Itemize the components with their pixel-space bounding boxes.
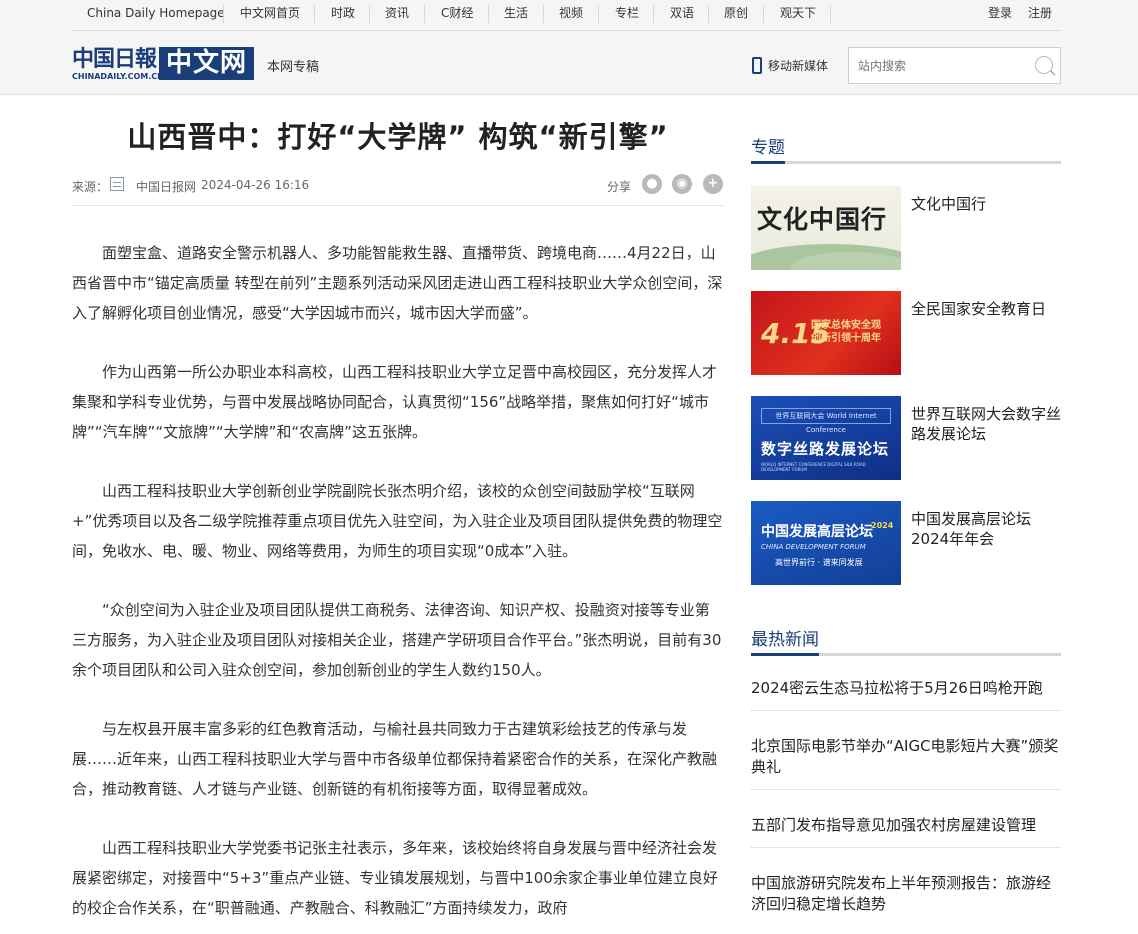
topic-item[interactable]: 4.15 国家总体安全观 创新引领十周年 全民国家安全教育日 [751,291,1061,375]
nav-divider [424,5,425,23]
thumb-calligraphy-text: 文化中国行 [757,205,888,234]
nav-politics[interactable]: 时政 [331,0,355,26]
nav-divider [763,5,764,23]
login-link[interactable]: 登录 [988,0,1012,26]
nav-divider [830,5,831,23]
hot-news-item[interactable]: 五部门发布指导意见加强农村房屋建设管理 [751,815,1061,848]
source-logo-icon [110,177,124,191]
nav-divider [543,5,544,23]
nav-original[interactable]: 原创 [724,0,748,26]
logo-chinese-text: 中国日報 [72,46,157,72]
article-paragraph: “众创空间为入驻企业及项目团队提供工商税务、法律咨询、知识产权、投融资对接等专业… [72,601,722,679]
share-label: 分享 [607,180,632,194]
topic-thumbnail[interactable]: 世界互联网大会 World Internet Conference 数字丝路发展… [751,396,901,480]
topics-title: 专题 [751,136,785,164]
mobile-phone-icon [752,57,762,74]
article-paragraph: 山西工程科技职业大学党委书记张主社表示，多年来，该校始终将自身发展与晋中经济社会… [72,839,718,917]
logo-chinese-site-box: 中文网 [159,47,254,80]
nav-finance[interactable]: C财经 [441,0,473,26]
nav-divider [598,5,599,23]
topic-label[interactable]: 世界互联网大会数字丝路发展论坛 [911,404,1061,444]
mobile-media-label: 移动新媒体 [768,59,829,73]
thumb-year: 2024 [871,521,894,530]
hot-news-header: 最热新闻 [751,628,1061,656]
nav-bilingual[interactable]: 双语 [670,0,694,26]
wechat-share-icon[interactable]: ● [642,174,662,194]
thumb-subtitle: CHINA DEVELOPMENT FORUM [761,543,866,551]
nav-video[interactable]: 视频 [559,0,583,26]
search-icon[interactable] [1035,56,1053,74]
mobile-media-link[interactable]: 移动新媒体 [752,57,828,75]
nav-chinese-homepage[interactable]: 中文网首页 [240,0,300,26]
topic-thumbnail[interactable]: 文化中国行 [751,186,901,270]
thumb-footer-text: WORLD INTERNET CONFERENCE DIGITAL SILK R… [761,462,866,472]
topic-label[interactable]: 全民国家安全教育日 [911,299,1061,319]
nav-life[interactable]: 生活 [504,0,528,26]
logo-english-text: CHINADAILY.COM.CN [72,72,164,81]
article-meta: 来源： 中国日报网 2024-04-26 16:16 分享 ● ◉ + [72,174,724,206]
column-label[interactable]: 本网专稿 [267,56,319,75]
top-nav: China Daily Homepage 中文网首页 时政 资讯 C财经 生活 … [72,0,1062,31]
nav-column[interactable]: 专栏 [615,0,639,26]
site-logo[interactable]: 中国日報 CHINADAILY.COM.CN 中文网 [72,46,254,82]
thumb-caption: 国家总体安全观 创新引领十周年 [811,320,881,344]
publish-date: 2024-04-26 16:16 [201,178,310,192]
site-search [848,47,1061,84]
nav-divider [223,5,224,23]
thumb-caption-small: 世界互联网大会 World Internet Conference [761,408,891,434]
nav-divider [369,5,370,23]
source-name: 中国日报网 [136,180,197,194]
article-paragraph: 与左权县开展丰富多彩的红色教育活动，与榆社县共同致力于古建筑彩绘技艺的传承与发展… [72,720,718,798]
more-share-icon[interactable]: + [703,174,723,194]
topic-item[interactable]: 中国发展高层论坛 2024 CHINA DEVELOPMENT FORUM 高世… [751,501,1061,585]
topics-header: 专题 [751,136,1061,164]
top-bar: China Daily Homepage 中文网首页 时政 资讯 C财经 生活 … [0,0,1138,95]
nav-divider [488,5,489,23]
nav-divider [314,5,315,23]
nav-divider [653,5,654,23]
nav-world[interactable]: 观天下 [780,0,816,26]
article-body: 面塑宝盒、道路安全警示机器人、多功能智能救生器、直播带货、跨境电商……4月22日… [72,238,724,934]
logo-wordmark: 中国日報 CHINADAILY.COM.CN [72,46,164,82]
hot-news-item[interactable]: 北京国际电影节举办“AIGC电影短片大赛”颁奖典礼 [751,736,1061,790]
topic-label[interactable]: 文化中国行 [911,194,1061,214]
thumb-slogan: 高世界前行 · 谱来同发展 [775,558,863,567]
article-paragraph: 面塑宝盒、道路安全警示机器人、多功能智能救生器、直播带货、跨境电商……4月22日… [72,244,723,322]
thumb-caption: 数字丝路发展论坛 [761,440,890,458]
thumb-caption: 中国发展高层论坛 [761,524,873,540]
hot-news-title: 最热新闻 [751,628,819,656]
nav-china-daily-homepage[interactable]: China Daily Homepage [87,0,225,26]
hot-news-item[interactable]: 2024密云生态马拉松将于5月26日鸣枪开跑 [751,678,1061,711]
hot-news-item[interactable]: 中国旅游研究院发布上半年预测报告：旅游经济回归稳定增长趋势 [751,873,1061,926]
topic-thumbnail[interactable]: 4.15 国家总体安全观 创新引领十周年 [751,291,901,375]
source-label: 来源： [72,180,109,194]
topic-item[interactable]: 文化中国行 文化中国行 [751,186,1061,270]
article-paragraph: 作为山西第一所公办职业本科高校，山西工程科技职业大学立足晋中高校园区，充分发挥人… [72,363,718,441]
nav-divider [708,5,709,23]
weibo-share-icon[interactable]: ◉ [672,174,692,194]
topic-thumbnail[interactable]: 中国发展高层论坛 2024 CHINA DEVELOPMENT FORUM 高世… [751,501,901,585]
topic-item[interactable]: 世界互联网大会 World Internet Conference 数字丝路发展… [751,396,1061,480]
article-title: 山西晋中：打好“大学牌” 构筑“新引擎” [127,120,669,154]
search-input[interactable] [858,57,1028,75]
register-link[interactable]: 注册 [1028,0,1052,26]
article-paragraph: 山西工程科技职业大学创新创业学院副院长张杰明介绍，该校的众创空间鼓励学校“互联网… [72,482,723,560]
nav-news[interactable]: 资讯 [385,0,409,26]
topic-label[interactable]: 中国发展高层论坛2024年年会 [911,509,1061,549]
